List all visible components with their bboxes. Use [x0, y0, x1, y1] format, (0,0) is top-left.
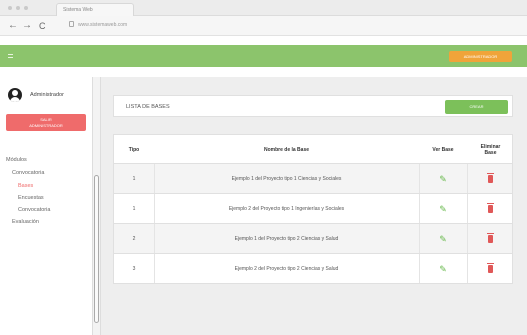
- sidebar-item-encuestas[interactable]: Encuestas: [18, 195, 44, 201]
- forward-arrow-icon[interactable]: →: [22, 19, 32, 33]
- address-bar[interactable]: www.sistemaweb.com: [78, 22, 127, 28]
- column-header-nombre: Nombre de la Base: [263, 147, 310, 153]
- sidebar-item-evaluacion[interactable]: Evaluación: [12, 219, 39, 225]
- browser-tab[interactable]: Sistema Web: [56, 3, 134, 16]
- create-button[interactable]: CREAR: [445, 100, 508, 114]
- sidebar-item-convocatoria-sub[interactable]: Convocatoria: [18, 207, 50, 213]
- logout-button-label: SALIR ADMINISTRADOR: [29, 117, 63, 128]
- window-minimize-dot[interactable]: [16, 6, 20, 10]
- table-header: Tipo Nombre de la Base Ver Base Eliminar…: [113, 134, 513, 164]
- row-nombre: Ejemplo 1 del Proyecto tipo 2 Ciencias y…: [234, 236, 339, 242]
- admin-button[interactable]: ADMINISTRADOR: [449, 51, 512, 62]
- trash-icon: [487, 203, 494, 213]
- list-title: LISTA DE BASES: [126, 104, 170, 110]
- delete-button[interactable]: [467, 254, 514, 284]
- row-tipo: 1: [132, 206, 136, 212]
- pencil-icon: ✎: [439, 263, 447, 274]
- pencil-icon: ✎: [439, 203, 447, 214]
- delete-button[interactable]: [467, 224, 514, 254]
- lock-icon: [69, 21, 74, 27]
- row-tipo: 2: [132, 236, 136, 242]
- pencil-icon: ✎: [439, 233, 447, 244]
- pencil-icon: ✎: [439, 173, 447, 184]
- sidebar-section-modulos: Módulos: [6, 157, 27, 163]
- sidebar-item-convocatoria[interactable]: Convocatoria: [12, 170, 44, 176]
- row-tipo: 3: [132, 266, 136, 272]
- delete-button[interactable]: [467, 164, 514, 194]
- view-button[interactable]: ✎: [419, 164, 467, 194]
- user-circle-icon: [8, 88, 22, 102]
- back-arrow-icon[interactable]: ←: [8, 19, 18, 33]
- trash-icon: [487, 263, 494, 273]
- window-maximize-dot[interactable]: [24, 6, 28, 10]
- admin-name: Administrador: [30, 92, 64, 98]
- reload-icon[interactable]: C: [39, 19, 46, 33]
- sidebar-scrollbar-thumb[interactable]: [94, 175, 99, 323]
- table-row: 1 Ejemplo 2 del Proyecto tipo 1 Ingenier…: [113, 194, 513, 224]
- column-header-tipo: Tipo: [128, 147, 140, 153]
- view-button[interactable]: ✎: [419, 194, 467, 224]
- row-nombre: Ejemplo 2 del Proyecto tipo 2 Ciencias y…: [234, 266, 339, 272]
- column-header-eliminar: Eliminar Base: [480, 144, 501, 156]
- row-tipo: 1: [132, 176, 136, 182]
- list-header-bar: LISTA DE BASES CREAR: [113, 95, 513, 117]
- delete-button[interactable]: [467, 194, 514, 224]
- sidebar: Administrador SALIR ADMINISTRADOR Módulo…: [0, 77, 92, 335]
- row-nombre: Ejemplo 1 del Proyecto tipo 1 Ciencias y…: [231, 176, 342, 182]
- table-row: 3 Ejemplo 2 del Proyecto tipo 2 Ciencias…: [113, 254, 513, 284]
- column-header-ver: Ver Base: [432, 147, 454, 153]
- app-header: ADMINISTRADOR: [0, 45, 527, 67]
- logout-button[interactable]: SALIR ADMINISTRADOR: [6, 114, 86, 131]
- table-row: 2 Ejemplo 1 del Proyecto tipo 2 Ciencias…: [113, 224, 513, 254]
- view-button[interactable]: ✎: [419, 224, 467, 254]
- trash-icon: [487, 173, 494, 183]
- trash-icon: [487, 233, 494, 243]
- main-content: LISTA DE BASES CREAR Tipo Nombre de la B…: [101, 77, 527, 335]
- table-row: 1 Ejemplo 1 del Proyecto tipo 1 Ciencias…: [113, 164, 513, 194]
- sidebar-scrollbar[interactable]: [92, 77, 101, 335]
- view-button[interactable]: ✎: [419, 254, 467, 284]
- row-nombre: Ejemplo 2 del Proyecto tipo 1 Ingeniería…: [228, 206, 345, 212]
- browser-tab-bar: Sistema Web: [0, 0, 527, 16]
- browser-nav-bar: ← → C www.sistemaweb.com: [0, 16, 527, 36]
- window-close-dot[interactable]: [8, 6, 12, 10]
- menu-icon[interactable]: [8, 54, 13, 58]
- sidebar-item-bases[interactable]: Bases: [18, 183, 33, 189]
- browser-tab-title: Sistema Web: [63, 7, 93, 13]
